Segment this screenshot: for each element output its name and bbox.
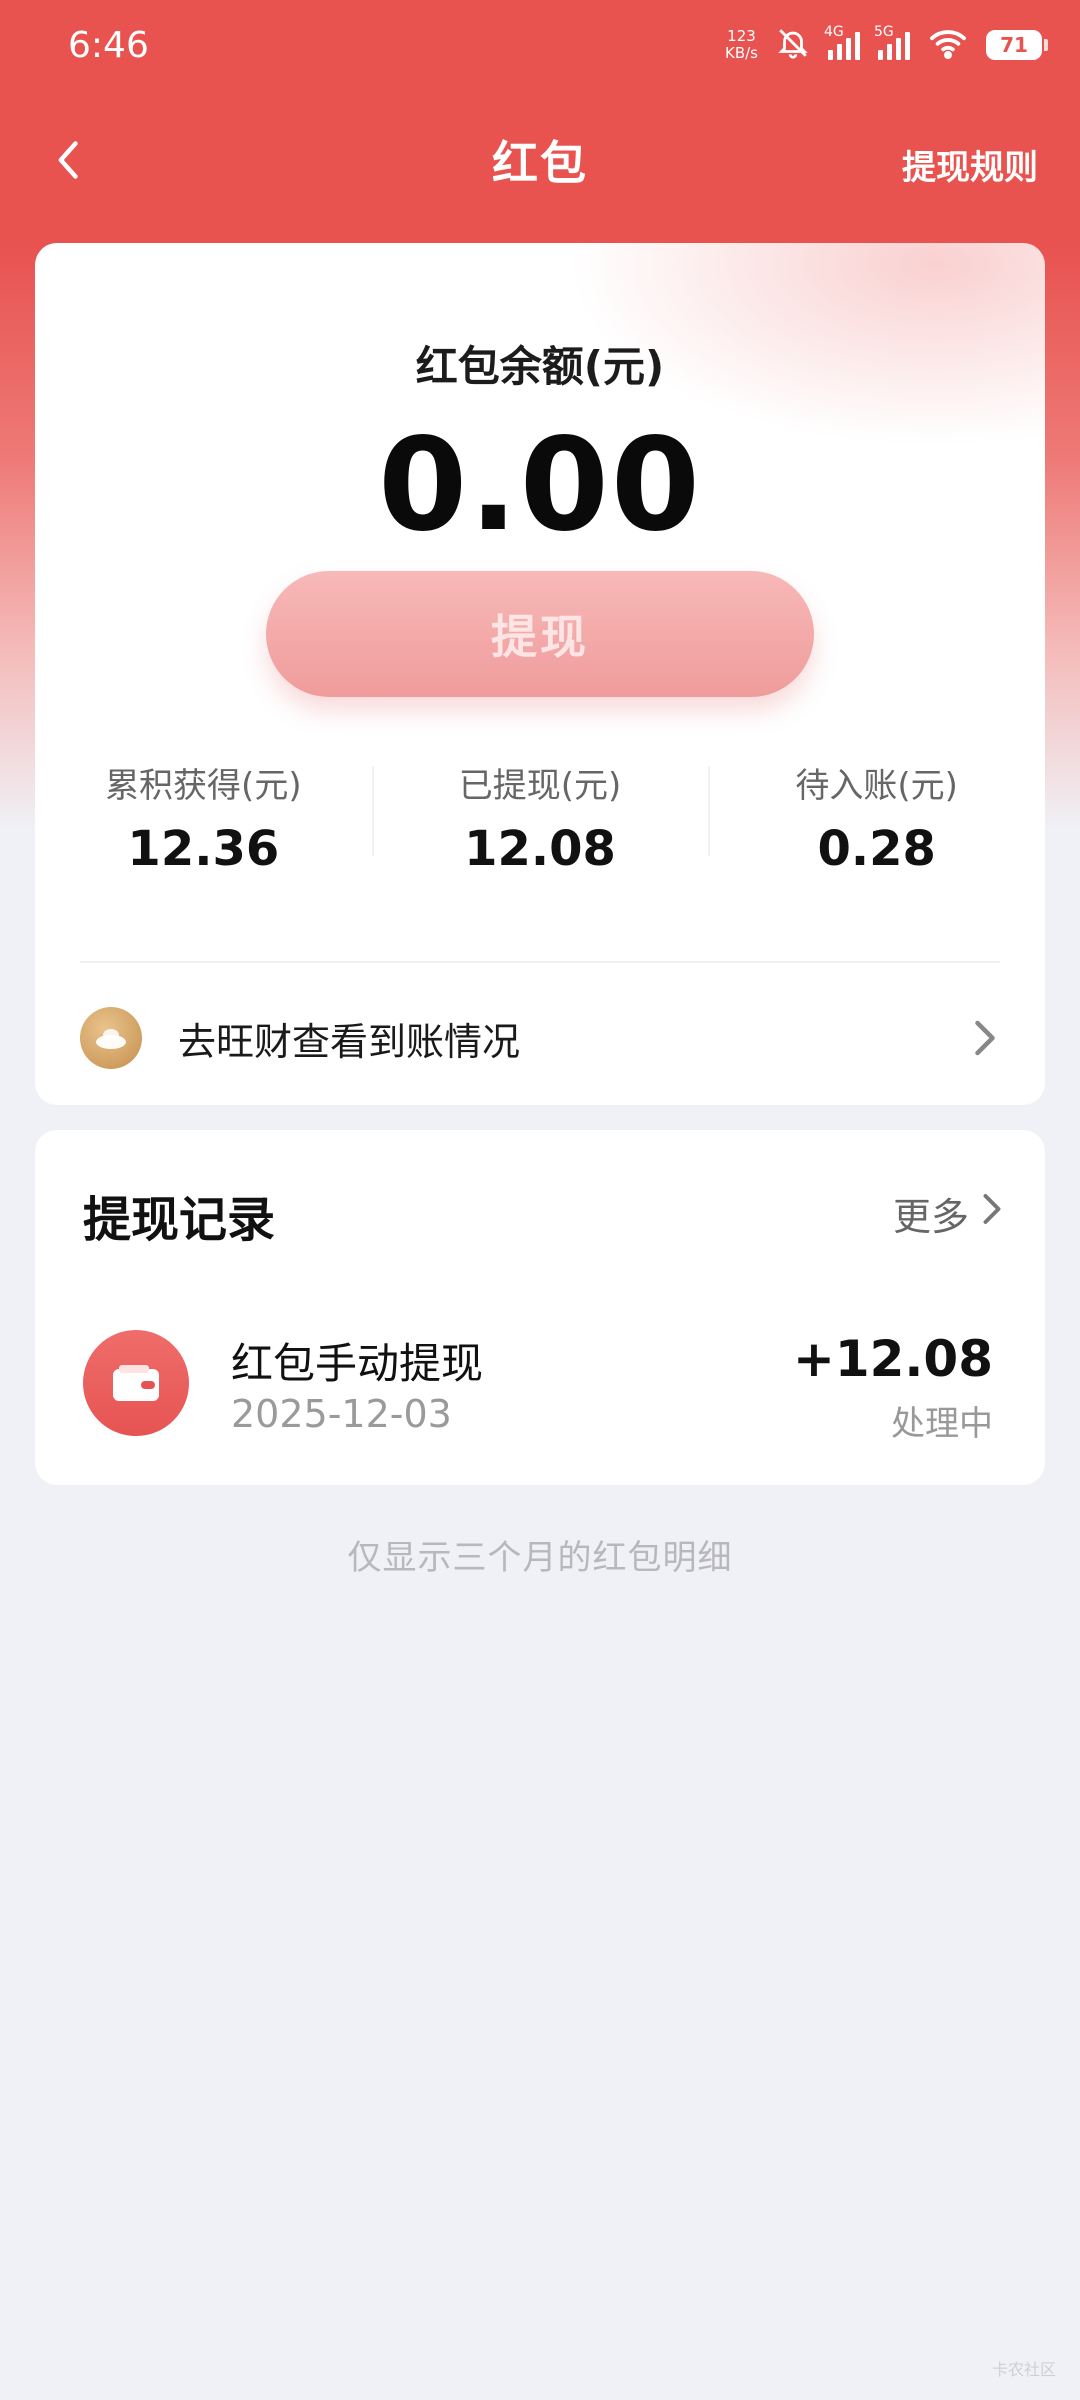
balance-label: 红包余额(元) — [415, 342, 665, 391]
watermark: 卡农社区 — [991, 2360, 1056, 2379]
withdraw-rules-link[interactable]: 提现规则 — [902, 140, 1038, 189]
check-arrival-text: 去旺财查看到账情况 — [178, 1019, 521, 1064]
record-amount: +12.08 — [792, 1330, 993, 1388]
records-more-link[interactable]: 更多 — [893, 1186, 1005, 1241]
network-speed: 123 KB/s — [725, 27, 758, 62]
withdraw-records-card: 提现记录 更多 红包手动提现 2025-12-03 +12.08 处理中 — [35, 1130, 1045, 1485]
record-status: 处理中 — [891, 1404, 993, 1444]
divider — [80, 961, 1000, 963]
page-title: 红包 — [492, 136, 588, 190]
balance-card: 红包余额(元) 0.00 提现 累积获得(元) 12.36 已提现(元) 12.… — [35, 243, 1045, 1105]
wifi-icon — [928, 27, 968, 63]
records-title: 提现记录 — [83, 1192, 276, 1248]
battery-icon: 71 — [986, 30, 1048, 60]
signal-4g-icon: 4G — [824, 24, 860, 60]
record-date: 2025-12-03 — [231, 1392, 452, 1436]
check-arrival-link[interactable]: 去旺财查看到账情况 — [80, 1003, 1000, 1073]
gold-ingot-icon — [80, 1007, 142, 1069]
mute-bell-icon — [776, 26, 810, 64]
stat-withdrawn: 已提现(元) 12.08 — [371, 758, 709, 877]
back-arrow-icon[interactable] — [48, 138, 92, 182]
balance-value: 0.00 — [378, 411, 702, 560]
status-time: 6:46 — [68, 24, 149, 66]
chevron-right-icon — [979, 1191, 1005, 1236]
status-bar: 6:46 123 KB/s 4G 5G 71 — [0, 0, 1080, 90]
history-footnote: 仅显示三个月的红包明细 — [347, 1538, 733, 1578]
withdraw-button[interactable]: 提现 — [266, 571, 814, 697]
wallet-icon — [83, 1330, 189, 1436]
stats-row: 累积获得(元) 12.36 已提现(元) 12.08 待入账(元) 0.28 — [35, 758, 1045, 877]
stat-pending: 待入账(元) 0.28 — [708, 758, 1045, 877]
status-icons: 123 KB/s 4G 5G 71 — [725, 24, 1048, 64]
signal-5g-icon: 5G — [874, 24, 910, 60]
nav-bar: 红包 提现规则 — [0, 110, 1080, 210]
record-name: 红包手动提现 — [231, 1339, 484, 1388]
stat-total-earned: 累积获得(元) 12.36 — [105, 766, 302, 877]
record-item[interactable]: 红包手动提现 2025-12-03 +12.08 处理中 — [83, 1330, 993, 1444]
chevron-right-icon — [970, 1018, 1000, 1058]
